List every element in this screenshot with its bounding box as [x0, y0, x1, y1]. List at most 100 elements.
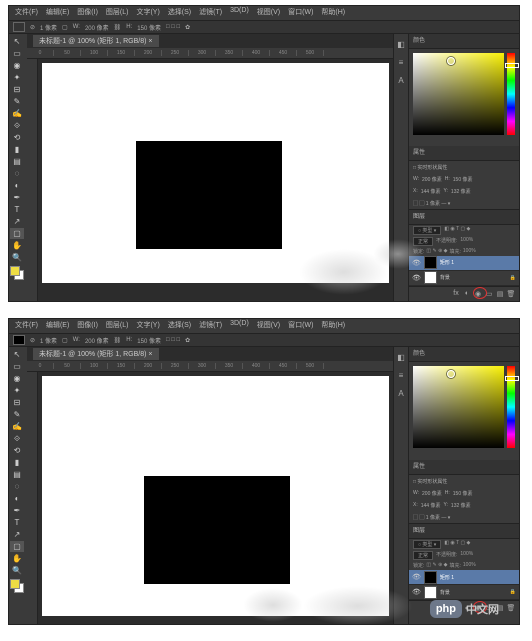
- properties-panel-header[interactable]: 属性: [409, 146, 519, 161]
- menu-file[interactable]: 文件(F): [15, 7, 38, 19]
- shape-mode-icon[interactable]: ▢: [62, 24, 68, 31]
- panel-tab-icon[interactable]: A: [395, 387, 407, 399]
- hue-strip[interactable]: [507, 366, 515, 448]
- lasso-tool[interactable]: ◉: [10, 373, 24, 384]
- layer-row[interactable]: 👁 矩形 1: [409, 570, 519, 585]
- layers-panel-header[interactable]: 图层: [409, 523, 519, 539]
- menu-type[interactable]: 文字(Y): [136, 320, 159, 332]
- close-icon[interactable]: ×: [148, 38, 152, 45]
- zoom-tool[interactable]: 🔍: [10, 565, 24, 576]
- brush-tool[interactable]: ✍: [10, 421, 24, 432]
- gradient-tool[interactable]: ▤: [10, 469, 24, 480]
- lock-icons[interactable]: ◫ ✎ ⊕ ◆: [426, 248, 447, 255]
- history-brush-tool[interactable]: ⟲: [10, 445, 24, 456]
- crop-tool[interactable]: ⊟: [10, 397, 24, 408]
- type-tool[interactable]: T: [10, 517, 24, 528]
- new-layer-button[interactable]: ▤: [495, 289, 505, 299]
- panel-tab-icon[interactable]: ◧: [395, 351, 407, 363]
- prop-x-value[interactable]: 144 像素: [421, 502, 441, 509]
- eye-icon[interactable]: 👁: [412, 588, 421, 596]
- prop-h-value[interactable]: 150 像素: [453, 176, 473, 183]
- eraser-tool[interactable]: ▮: [10, 457, 24, 468]
- fx-button[interactable]: fx: [451, 289, 461, 299]
- menu-filter[interactable]: 滤镜(T): [199, 7, 222, 19]
- prop-x-value[interactable]: 144 像素: [421, 188, 441, 195]
- color-picker[interactable]: [409, 362, 519, 460]
- eyedropper-tool[interactable]: ✎: [10, 409, 24, 420]
- h-value[interactable]: 150 像素: [137, 336, 161, 345]
- fg-bg-swatch[interactable]: [10, 579, 24, 593]
- dodge-tool[interactable]: ◐: [10, 493, 24, 504]
- fill-swatch[interactable]: [13, 22, 25, 32]
- marquee-tool[interactable]: ▭: [10, 48, 24, 59]
- layer-filter-icons[interactable]: ◧ ◉ T ▢ ◆: [444, 226, 470, 235]
- rectangle-tool[interactable]: ▢: [10, 228, 24, 239]
- menu-help[interactable]: 帮助(H): [321, 320, 345, 332]
- layer-row[interactable]: 👁 背景 🔒: [409, 585, 519, 600]
- menu-file[interactable]: 文件(F): [15, 320, 38, 332]
- hue-slider[interactable]: [505, 376, 519, 381]
- prop-y-value[interactable]: 132 像素: [451, 502, 471, 509]
- sv-field[interactable]: [413, 366, 504, 448]
- move-tool[interactable]: ↖: [10, 36, 24, 47]
- hand-tool[interactable]: ✋: [10, 553, 24, 564]
- wand-tool[interactable]: ✦: [10, 72, 24, 83]
- layer-name[interactable]: 背景: [440, 589, 450, 596]
- layer-kind-filter[interactable]: ○ 类型 ▾: [413, 540, 441, 549]
- dodge-tool[interactable]: ◐: [10, 180, 24, 191]
- sv-marker[interactable]: [447, 370, 455, 378]
- brush-tool[interactable]: ✍: [10, 108, 24, 119]
- blend-mode-select[interactable]: 正常: [413, 551, 433, 560]
- fg-color[interactable]: [10, 266, 20, 276]
- hue-slider[interactable]: [505, 63, 519, 68]
- prop-w-value[interactable]: 200 像素: [422, 176, 442, 183]
- menu-window[interactable]: 窗口(W): [288, 7, 313, 19]
- color-panel-header[interactable]: 颜色: [409, 34, 519, 49]
- document-tab[interactable]: 未标题-1 @ 100% (矩形 1, RGB/8) ×: [33, 348, 159, 360]
- rectangle-shape[interactable]: [136, 141, 282, 249]
- shape-mode-icon[interactable]: ▢: [62, 337, 68, 344]
- menu-3d[interactable]: 3D(D): [230, 320, 249, 332]
- w-value[interactable]: 200 像素: [85, 23, 109, 32]
- eyedropper-tool[interactable]: ✎: [10, 96, 24, 107]
- layer-row[interactable]: 👁 矩形 1: [409, 256, 519, 271]
- prop-fill-stroke[interactable]: ▢ ▢ 1 像素 — ▾: [409, 511, 519, 523]
- canvas[interactable]: [38, 372, 393, 625]
- menu-edit[interactable]: 编辑(E): [46, 320, 69, 332]
- pen-tool[interactable]: ✒: [10, 192, 24, 203]
- menu-help[interactable]: 帮助(H): [321, 7, 345, 19]
- stroke-none-icon[interactable]: ⊘: [30, 24, 35, 31]
- eraser-tool[interactable]: ▮: [10, 144, 24, 155]
- fg-bg-swatch[interactable]: [10, 266, 24, 280]
- stroke-none-icon[interactable]: ⊘: [30, 337, 35, 344]
- prop-fill-stroke[interactable]: ▢ ▢ 1 像素 — ▾: [409, 197, 519, 209]
- panel-tab-icon[interactable]: ≡: [395, 369, 407, 381]
- panel-tab-icon[interactable]: ≡: [395, 56, 407, 68]
- trash-button[interactable]: 🗑: [506, 603, 516, 613]
- align-icons[interactable]: □ □ □: [166, 24, 180, 30]
- blend-mode-select[interactable]: 正常: [413, 237, 433, 246]
- chain-icon[interactable]: ⛓: [114, 24, 122, 31]
- menu-3d[interactable]: 3D(D): [230, 7, 249, 19]
- marquee-tool[interactable]: ▭: [10, 361, 24, 372]
- stamp-tool[interactable]: ⟐: [10, 120, 24, 131]
- trash-button[interactable]: 🗑: [506, 289, 516, 299]
- opacity-value[interactable]: 100%: [460, 237, 473, 246]
- rectangle-shape[interactable]: [144, 476, 290, 584]
- fill-value[interactable]: 100%: [463, 248, 476, 255]
- panel-tab-icon[interactable]: ◧: [395, 38, 407, 50]
- document-tab[interactable]: 未标题-1 @ 100% (矩形 1, RGB/8) ×: [33, 35, 159, 47]
- menu-view[interactable]: 视图(V): [257, 7, 280, 19]
- layer-name[interactable]: 矩形 1: [440, 259, 454, 266]
- hand-tool[interactable]: ✋: [10, 240, 24, 251]
- gear-icon[interactable]: ✿: [185, 24, 190, 31]
- mask-button[interactable]: ◐: [462, 289, 472, 299]
- path-tool[interactable]: ↗: [10, 529, 24, 540]
- close-icon[interactable]: ×: [148, 351, 152, 358]
- eye-icon[interactable]: 👁: [412, 274, 421, 282]
- properties-panel-header[interactable]: 属性: [409, 460, 519, 475]
- zoom-tool[interactable]: 🔍: [10, 252, 24, 263]
- blur-tool[interactable]: ◌: [10, 481, 24, 492]
- menu-select[interactable]: 选择(S): [168, 320, 191, 332]
- menu-layer[interactable]: 图层(L): [106, 7, 129, 19]
